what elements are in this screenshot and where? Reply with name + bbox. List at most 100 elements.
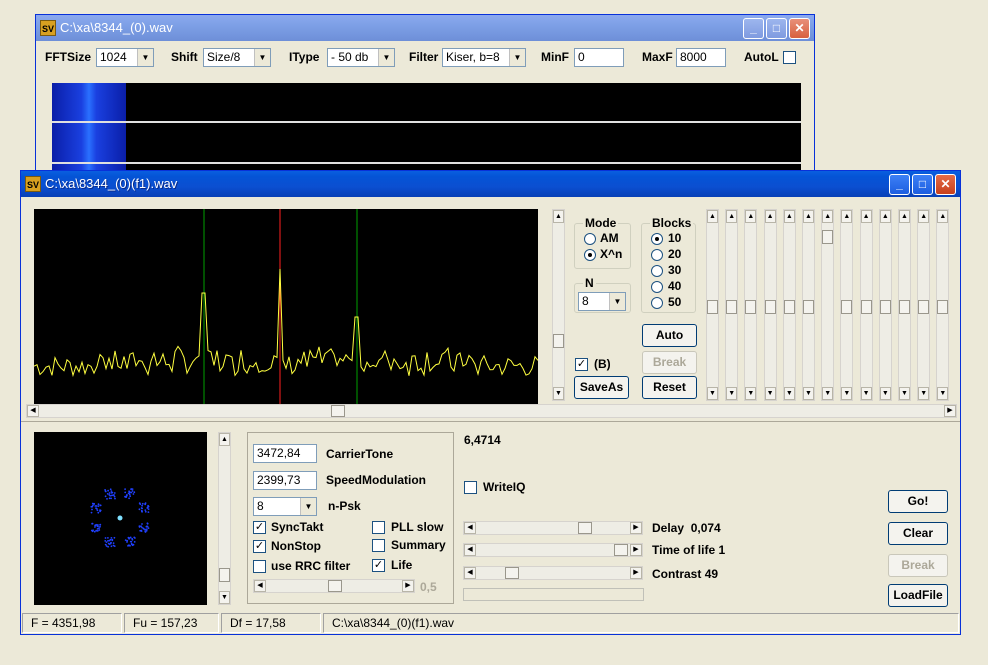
slider-thumb[interactable] (707, 300, 718, 314)
scroll-down-icon[interactable]: ▼ (783, 387, 795, 400)
scroll-thumb[interactable] (219, 568, 230, 582)
equalizer-slider[interactable]: ▲ ▼ (821, 209, 835, 401)
slider-thumb[interactable] (328, 580, 342, 592)
scroll-up-icon[interactable]: ▲ (822, 210, 834, 223)
scroll-down-icon[interactable]: ▼ (841, 387, 853, 400)
contrast-slider[interactable]: ◀ ▶ (463, 566, 643, 580)
scroll-up-icon[interactable]: ▲ (860, 210, 872, 223)
scroll-down-icon[interactable]: ▼ (553, 387, 564, 400)
scroll-up-icon[interactable]: ▲ (764, 210, 776, 223)
slider-thumb[interactable] (783, 300, 795, 314)
scroll-right-icon[interactable]: ▶ (630, 544, 642, 556)
minf-input[interactable]: 0 (574, 48, 624, 67)
scroll-up-icon[interactable]: ▲ (899, 210, 910, 223)
scroll-down-icon[interactable]: ▼ (899, 387, 910, 400)
rrc-slider[interactable]: ◀ ▶ (253, 579, 415, 593)
blocks-50-radio[interactable] (651, 297, 663, 309)
blocks-40-radio[interactable] (651, 281, 663, 293)
slider-thumb[interactable] (918, 300, 930, 314)
spectrum-display[interactable] (34, 209, 538, 405)
slider-thumb[interactable] (726, 300, 738, 314)
scroll-up-icon[interactable]: ▲ (783, 210, 795, 223)
rrc-filter-checkbox[interactable] (253, 560, 266, 573)
equalizer-slider[interactable]: ▲ ▼ (802, 209, 815, 401)
front-window-titlebar[interactable]: SV C:\xa\8344_(0)(f1).wav _ □ ✕ (21, 171, 960, 197)
nonstop-checkbox[interactable]: ✓ (253, 540, 266, 553)
scroll-up-icon[interactable]: ▲ (707, 210, 718, 223)
waterfall-display[interactable] (52, 83, 801, 173)
equalizer-slider[interactable]: ▲ ▼ (936, 209, 950, 401)
spectrum-vscroll[interactable]: ▲ ▼ (552, 209, 565, 401)
reset-button[interactable]: Reset (642, 376, 697, 399)
slider-thumb[interactable] (937, 300, 949, 314)
scroll-up-icon[interactable]: ▲ (553, 210, 564, 223)
back-window-titlebar[interactable]: SV C:\xa\8344_(0).wav _ □ ✕ (36, 15, 814, 41)
equalizer-slider[interactable]: ▲ ▼ (878, 209, 892, 401)
itype-select[interactable]: - 50 db ▼ (327, 48, 395, 67)
blocks-30-radio[interactable] (651, 265, 663, 277)
constellation-display[interactable] (34, 432, 207, 605)
equalizer-slider[interactable]: ▲ ▼ (763, 209, 777, 401)
pll-slow-checkbox[interactable] (372, 521, 385, 534)
fftsize-select[interactable]: 1024 ▼ (96, 48, 154, 67)
minimize-icon[interactable]: _ (889, 174, 910, 195)
clear-button[interactable]: Clear (888, 522, 948, 545)
slider-thumb[interactable] (764, 300, 776, 314)
scroll-down-icon[interactable]: ▼ (745, 387, 757, 400)
scroll-down-icon[interactable]: ▼ (822, 387, 834, 400)
n-select[interactable]: 8 ▼ (578, 292, 626, 311)
break-button[interactable]: Break (888, 554, 948, 577)
scroll-down-icon[interactable]: ▼ (937, 387, 949, 400)
scroll-down-icon[interactable]: ▼ (860, 387, 872, 400)
summary-checkbox[interactable] (372, 539, 385, 552)
maxf-input[interactable]: 8000 (676, 48, 726, 67)
scroll-right-icon[interactable]: ▶ (630, 567, 642, 579)
b-checkbox[interactable]: ✓ (575, 358, 588, 371)
scroll-up-icon[interactable]: ▲ (918, 210, 930, 223)
slider-thumb[interactable] (745, 300, 757, 314)
equalizer-slider[interactable]: ▲ ▼ (859, 209, 873, 401)
slider-thumb[interactable] (879, 300, 891, 314)
scroll-down-icon[interactable]: ▼ (803, 387, 814, 400)
slider-thumb[interactable] (803, 300, 814, 314)
slider-thumb[interactable] (860, 300, 872, 314)
slider-thumb[interactable] (841, 300, 853, 314)
close-icon[interactable]: ✕ (789, 18, 810, 39)
maximize-icon[interactable]: □ (912, 174, 933, 195)
scroll-up-icon[interactable]: ▲ (726, 210, 738, 223)
equalizer-slider[interactable]: ▲ ▼ (917, 209, 931, 401)
mode-xn-radio[interactable] (584, 249, 596, 261)
scroll-right-icon[interactable]: ▶ (630, 522, 642, 534)
scroll-left-icon[interactable]: ◀ (464, 567, 476, 579)
equalizer-slider[interactable]: ▲ ▼ (744, 209, 758, 401)
scroll-left-icon[interactable]: ◀ (464, 544, 476, 556)
npsk-select[interactable]: 8 ▼ (253, 497, 317, 516)
scroll-down-icon[interactable]: ▼ (219, 591, 230, 604)
slider-thumb[interactable] (822, 230, 834, 244)
scroll-left-icon[interactable]: ◀ (464, 522, 476, 534)
time-of-life-slider[interactable]: ◀ ▶ (463, 543, 643, 557)
spectrum-hscroll[interactable]: ◀ ▶ (26, 404, 957, 418)
minimize-icon[interactable]: _ (743, 18, 764, 39)
auto-button[interactable]: Auto (642, 324, 697, 347)
scroll-thumb[interactable] (331, 405, 345, 417)
autol-checkbox[interactable] (783, 51, 796, 64)
equalizer-slider[interactable]: ▲ ▼ (898, 209, 911, 401)
scroll-down-icon[interactable]: ▼ (726, 387, 738, 400)
writeiq-checkbox[interactable] (464, 481, 477, 494)
slider-thumb[interactable] (578, 522, 592, 534)
saveas-button[interactable]: SaveAs (574, 376, 629, 399)
scroll-left-icon[interactable]: ◀ (27, 405, 39, 417)
speed-modulation-input[interactable]: 2399,73 (253, 471, 317, 490)
scroll-up-icon[interactable]: ▲ (879, 210, 891, 223)
filter-select[interactable]: Kiser, b=8 ▼ (442, 48, 526, 67)
delay-slider[interactable]: ◀ ▶ (463, 521, 643, 535)
scroll-down-icon[interactable]: ▼ (918, 387, 930, 400)
equalizer-slider[interactable]: ▲ ▼ (840, 209, 854, 401)
mode-am-radio[interactable] (584, 233, 596, 245)
scroll-left-icon[interactable]: ◀ (254, 580, 266, 592)
shift-select[interactable]: Size/8 ▼ (203, 48, 271, 67)
maximize-icon[interactable]: □ (766, 18, 787, 39)
scroll-down-icon[interactable]: ▼ (707, 387, 718, 400)
equalizer-slider[interactable]: ▲ ▼ (725, 209, 739, 401)
